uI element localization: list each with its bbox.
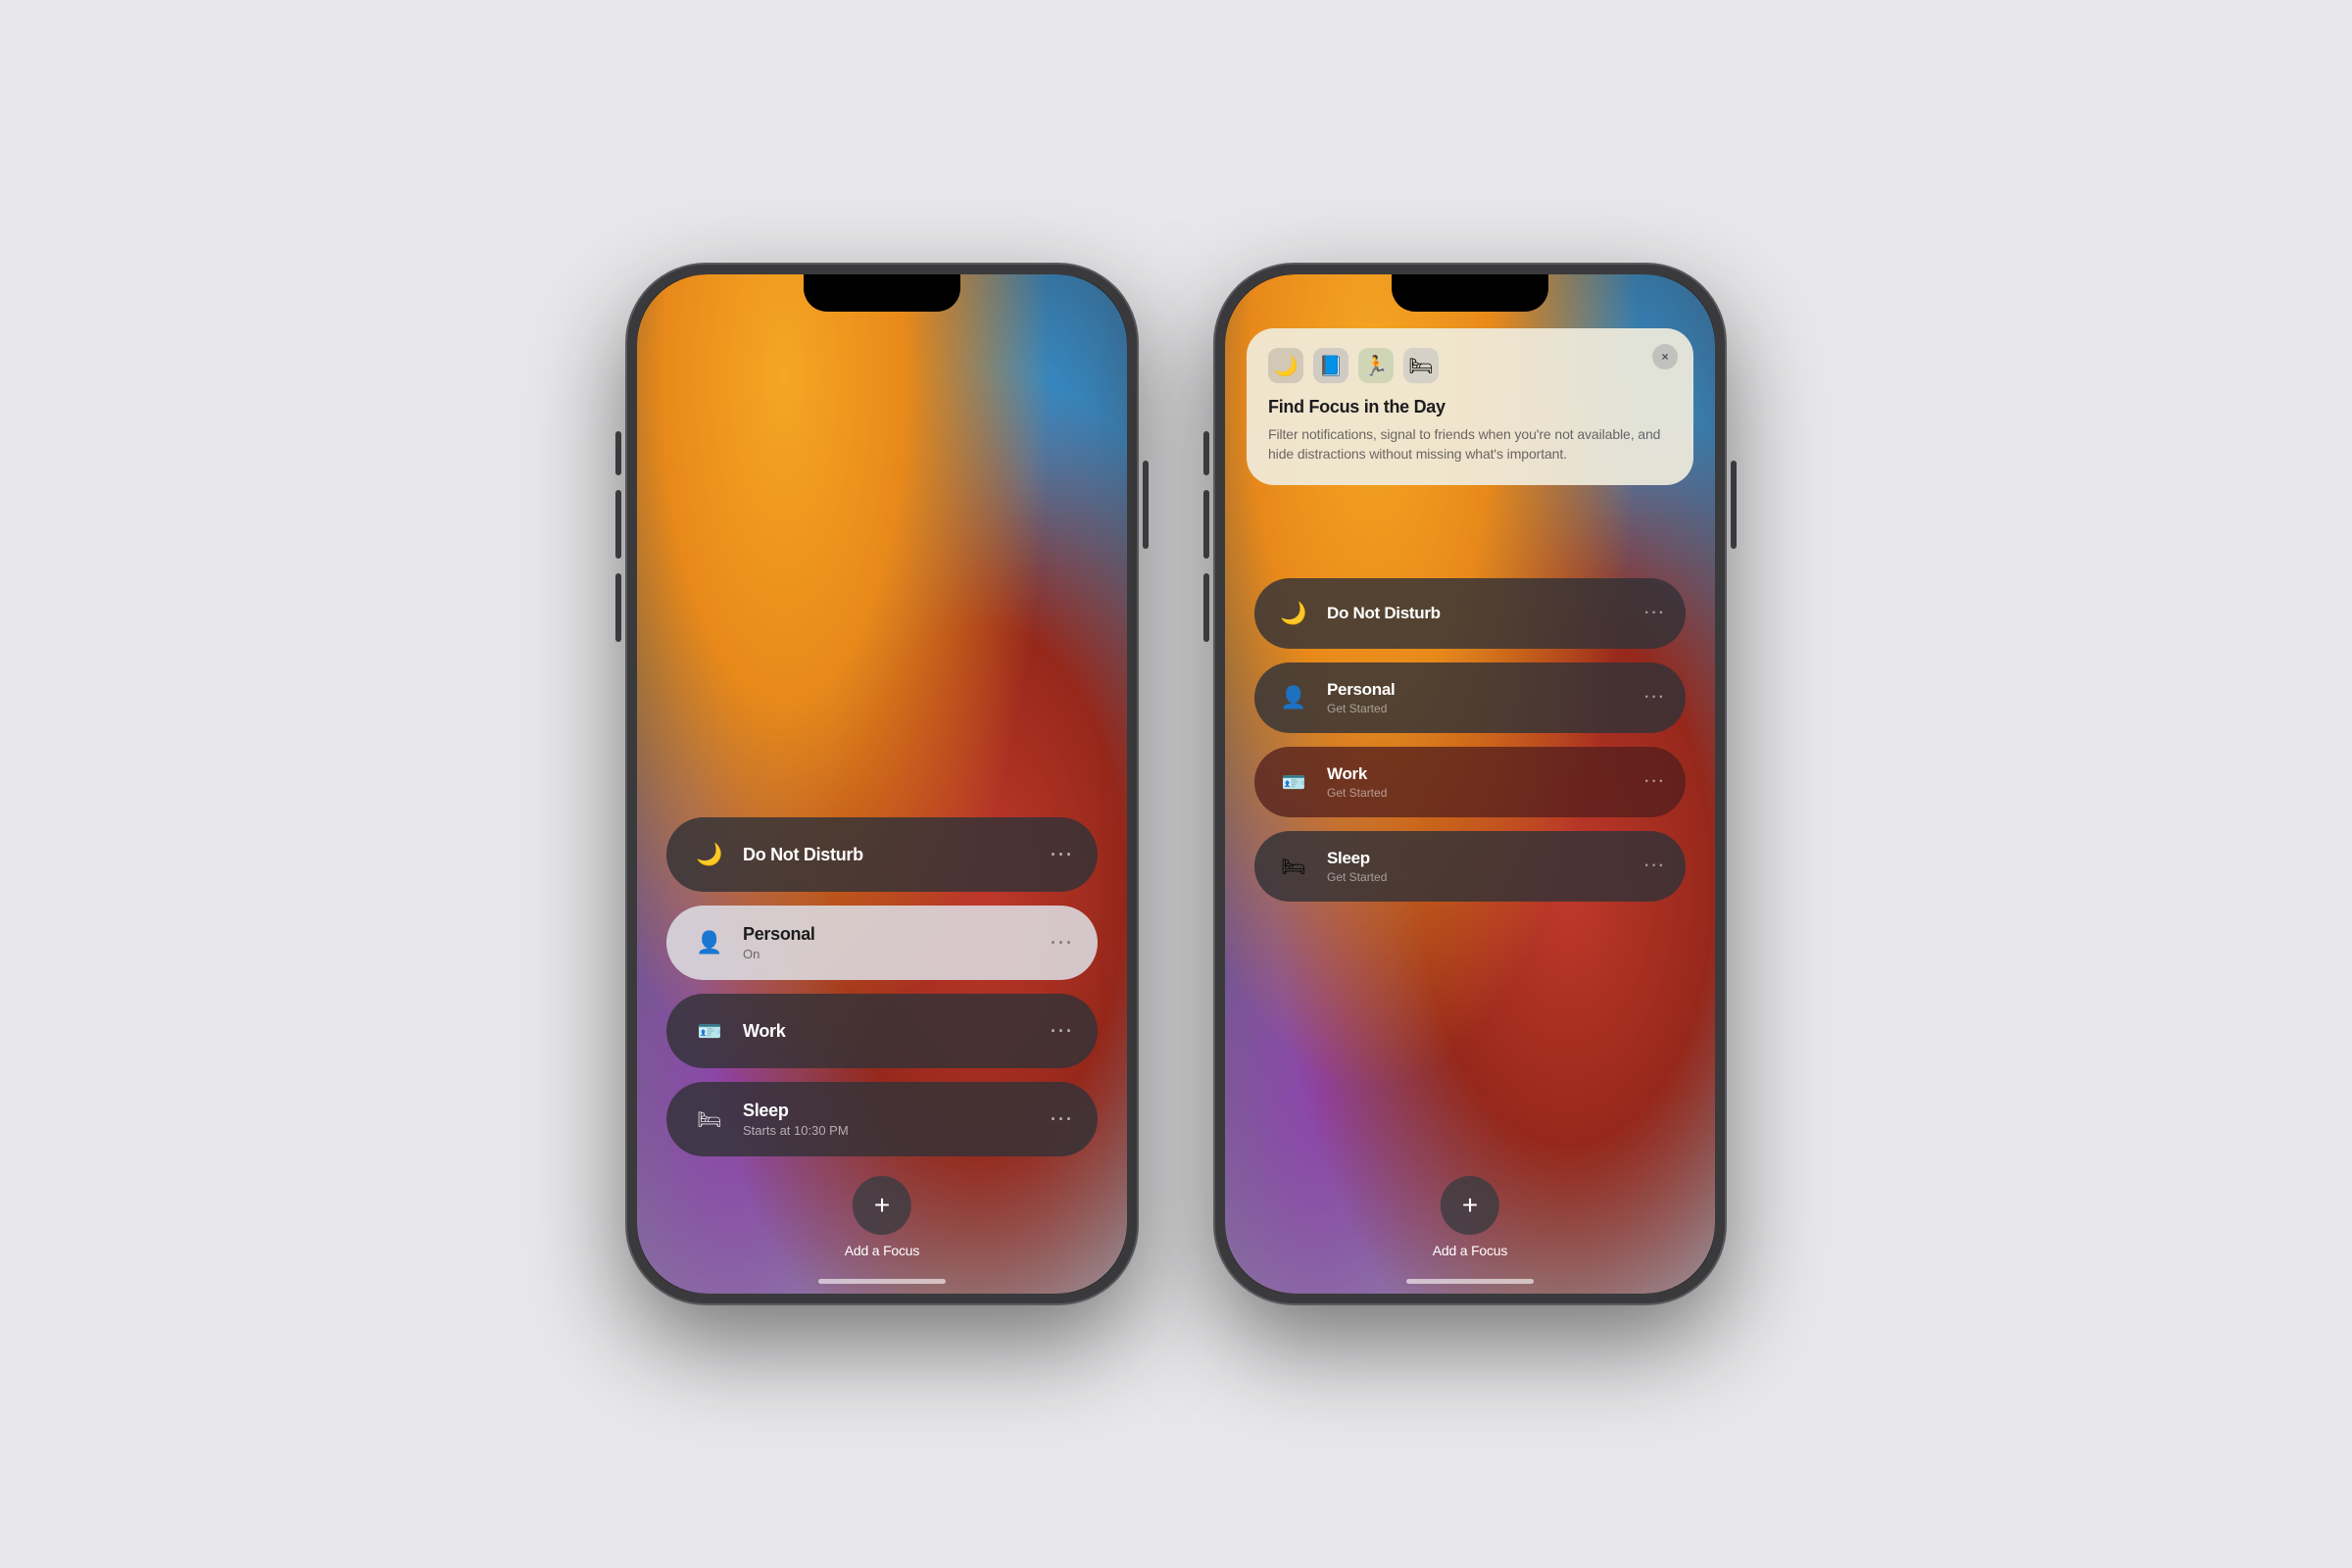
more-dots-right[interactable]: ··· bbox=[1644, 858, 1666, 875]
volume-up-button bbox=[615, 490, 621, 559]
focus-list-left: 🌙 Do Not Disturb ··· 👤 Personal On ··· bbox=[666, 817, 1098, 1156]
focus-item-name: Personal bbox=[743, 924, 1051, 945]
focus-item-text-right: Work Get Started bbox=[1327, 764, 1644, 800]
focus-item-name-right: Personal bbox=[1327, 680, 1644, 700]
home-indicator-right bbox=[1406, 1279, 1534, 1284]
card-icon-reading: 📘 bbox=[1313, 348, 1348, 383]
phone-left: 🌙 Do Not Disturb ··· 👤 Personal On ··· bbox=[627, 265, 1137, 1303]
focus-item-name: Sleep bbox=[743, 1101, 1051, 1121]
more-dots[interactable]: ··· bbox=[1051, 845, 1074, 865]
phone-screen-right: 🌙 📘 🏃 🛏 × Find Focus in the Day Filter n… bbox=[1225, 274, 1715, 1294]
add-focus-button-right[interactable]: + bbox=[1441, 1176, 1499, 1235]
more-dots-right[interactable]: ··· bbox=[1644, 689, 1666, 707]
person-icon-right: 👤 bbox=[1274, 678, 1313, 717]
notch-right bbox=[1392, 274, 1548, 312]
focus-item-name-right: Sleep bbox=[1327, 849, 1644, 868]
more-dots-right[interactable]: ··· bbox=[1644, 605, 1666, 622]
home-indicator bbox=[818, 1279, 946, 1284]
silent-switch bbox=[615, 431, 621, 475]
focus-item-work-right[interactable]: 🪪 Work Get Started ··· bbox=[1254, 747, 1686, 817]
add-focus-area-right[interactable]: + Add a Focus bbox=[1433, 1176, 1507, 1258]
power-button-right bbox=[1731, 461, 1737, 549]
work-icon: 🪪 bbox=[690, 1011, 729, 1051]
phone-frame-left: 🌙 Do Not Disturb ··· 👤 Personal On ··· bbox=[627, 265, 1137, 1303]
focus-item-personal[interactable]: 👤 Personal On ··· bbox=[666, 906, 1098, 980]
focus-item-do-not-disturb[interactable]: 🌙 Do Not Disturb ··· bbox=[666, 817, 1098, 892]
add-focus-area[interactable]: + Add a Focus bbox=[845, 1176, 919, 1258]
focus-item-name-right: Work bbox=[1327, 764, 1644, 784]
focus-list-right: 🌙 Do Not Disturb ··· 👤 Personal Get Star… bbox=[1254, 578, 1686, 902]
focus-item-sleep-right[interactable]: 🛏 Sleep Get Started ··· bbox=[1254, 831, 1686, 902]
sleep-icon-right: 🛏 bbox=[1274, 847, 1313, 886]
focus-item-sub: On bbox=[743, 947, 1051, 961]
volume-up-button-right bbox=[1203, 490, 1209, 559]
info-card-icons: 🌙 📘 🏃 🛏 bbox=[1268, 348, 1672, 383]
power-button bbox=[1143, 461, 1149, 549]
focus-item-sleep[interactable]: 🛏 Sleep Starts at 10:30 PM ··· bbox=[666, 1082, 1098, 1156]
focus-item-sub-right: Get Started bbox=[1327, 870, 1644, 884]
add-focus-button[interactable]: + bbox=[853, 1176, 911, 1235]
focus-item-text: Sleep Starts at 10:30 PM bbox=[743, 1101, 1051, 1138]
close-button[interactable]: × bbox=[1652, 344, 1678, 369]
volume-down-button-right bbox=[1203, 573, 1209, 642]
more-dots-right[interactable]: ··· bbox=[1644, 773, 1666, 791]
moon-icon: 🌙 bbox=[690, 835, 729, 874]
more-dots[interactable]: ··· bbox=[1051, 1021, 1074, 1042]
focus-item-sub: Starts at 10:30 PM bbox=[743, 1123, 1051, 1138]
moon-icon-right: 🌙 bbox=[1274, 594, 1313, 633]
focus-item-name: Work bbox=[743, 1021, 1051, 1042]
more-dots[interactable]: ··· bbox=[1051, 933, 1074, 954]
focus-item-personal-right[interactable]: 👤 Personal Get Started ··· bbox=[1254, 662, 1686, 733]
phone-frame-right: 🌙 📘 🏃 🛏 × Find Focus in the Day Filter n… bbox=[1215, 265, 1725, 1303]
focus-item-work[interactable]: 🪪 Work ··· bbox=[666, 994, 1098, 1068]
info-card-description: Filter notifications, signal to friends … bbox=[1268, 425, 1672, 464]
focus-item-text-right: Sleep Get Started bbox=[1327, 849, 1644, 884]
focus-item-text: Work bbox=[743, 1021, 1051, 1042]
focus-item-text: Do Not Disturb bbox=[743, 845, 1051, 865]
card-icon-fitness: 🏃 bbox=[1358, 348, 1394, 383]
focus-item-name-right: Do Not Disturb bbox=[1327, 604, 1644, 623]
focus-item-text: Personal On bbox=[743, 924, 1051, 961]
plus-icon-right: + bbox=[1462, 1190, 1478, 1221]
card-icon-sleep: 🛏 bbox=[1403, 348, 1439, 383]
person-icon: 👤 bbox=[690, 923, 729, 962]
focus-item-sub-right: Get Started bbox=[1327, 702, 1644, 715]
more-dots[interactable]: ··· bbox=[1051, 1109, 1074, 1130]
phone-screen-left: 🌙 Do Not Disturb ··· 👤 Personal On ··· bbox=[637, 274, 1127, 1294]
notch-left bbox=[804, 274, 960, 312]
volume-down-button bbox=[615, 573, 621, 642]
focus-item-text-right: Do Not Disturb bbox=[1327, 604, 1644, 623]
plus-icon: + bbox=[874, 1190, 890, 1221]
add-focus-label-right: Add a Focus bbox=[1433, 1243, 1507, 1258]
work-icon-right: 🪪 bbox=[1274, 762, 1313, 802]
focus-item-do-not-disturb-right[interactable]: 🌙 Do Not Disturb ··· bbox=[1254, 578, 1686, 649]
focus-item-sub-right: Get Started bbox=[1327, 786, 1644, 800]
focus-item-text-right: Personal Get Started bbox=[1327, 680, 1644, 715]
add-focus-label: Add a Focus bbox=[845, 1243, 919, 1258]
focus-item-name: Do Not Disturb bbox=[743, 845, 1051, 865]
silent-switch-right bbox=[1203, 431, 1209, 475]
info-card-title: Find Focus in the Day bbox=[1268, 397, 1672, 417]
phone-right: 🌙 📘 🏃 🛏 × Find Focus in the Day Filter n… bbox=[1215, 265, 1725, 1303]
card-icon-moon: 🌙 bbox=[1268, 348, 1303, 383]
sleep-icon: 🛏 bbox=[690, 1100, 729, 1139]
info-card: 🌙 📘 🏃 🛏 × Find Focus in the Day Filter n… bbox=[1247, 328, 1693, 485]
